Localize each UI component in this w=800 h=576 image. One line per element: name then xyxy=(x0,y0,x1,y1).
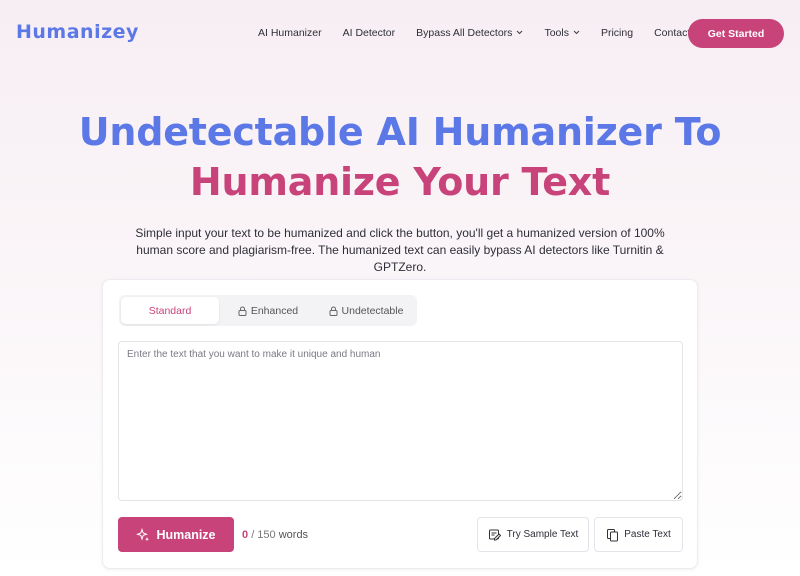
humanize-label: Humanize xyxy=(156,527,216,542)
word-unit: words xyxy=(278,529,309,541)
humanize-button[interactable]: Humanize xyxy=(118,517,234,552)
nav-bypass-all-detectors[interactable]: Bypass All Detectors xyxy=(416,27,523,39)
main-nav: AI Humanizer AI Detector Bypass All Dete… xyxy=(258,27,690,39)
word-max: / 150 xyxy=(251,529,276,541)
nav-label: Contact xyxy=(654,27,691,39)
word-count: 0 xyxy=(242,529,249,541)
hero-title-line1: Undetectable AI Humanizer To xyxy=(78,110,722,154)
try-sample-text-button[interactable]: Try Sample Text xyxy=(477,517,589,552)
site-header: Humanizey AI Humanizer AI Detector Bypas… xyxy=(0,0,800,66)
lock-icon xyxy=(238,306,247,316)
word-counter: 0 / 150 words xyxy=(242,529,308,541)
nav-tools[interactable]: Tools xyxy=(544,27,580,39)
nav-label: AI Humanizer xyxy=(258,27,322,39)
lock-icon xyxy=(329,306,338,316)
tab-label: Standard xyxy=(148,304,192,317)
paste-label: Paste Text xyxy=(624,529,671,540)
copy-icon xyxy=(606,528,619,542)
nav-label: Pricing xyxy=(600,27,634,39)
input-text-area[interactable] xyxy=(118,341,683,501)
tab-undetectable[interactable]: Undetectable xyxy=(317,297,415,324)
paste-text-button[interactable]: Paste Text xyxy=(594,517,683,552)
nav-ai-detector[interactable]: AI Detector xyxy=(343,27,396,39)
nav-label: Bypass All Detectors xyxy=(416,27,513,39)
nav-label: Tools xyxy=(544,27,569,39)
chevron-down-icon xyxy=(573,28,580,37)
sample-text-icon xyxy=(488,528,502,542)
mode-tabs: Standard Enhanced Undetectable xyxy=(119,295,417,326)
hero-subtitle: Simple input your text to be humanized a… xyxy=(135,226,665,274)
nav-ai-humanizer[interactable]: AI Humanizer xyxy=(258,27,322,39)
humanizer-card: Standard Enhanced Undetectable Humanize … xyxy=(102,279,698,569)
sparkle-icon xyxy=(136,527,150,542)
nav-label: AI Detector xyxy=(342,27,396,39)
try-sample-label: Try Sample Text xyxy=(506,529,579,540)
nav-contact[interactable]: Contact xyxy=(654,27,690,39)
logo[interactable]: Humanizey xyxy=(16,21,139,43)
tab-standard[interactable]: Standard xyxy=(121,297,219,324)
get-started-button[interactable]: Get Started xyxy=(688,19,784,48)
chevron-down-icon xyxy=(516,28,523,37)
tab-label: Undetectable xyxy=(341,304,404,317)
tab-label: Enhanced xyxy=(250,304,299,317)
hero-title-line2: Humanize Your Text xyxy=(189,160,611,204)
nav-pricing[interactable]: Pricing xyxy=(601,27,633,39)
tab-enhanced[interactable]: Enhanced xyxy=(219,297,317,324)
